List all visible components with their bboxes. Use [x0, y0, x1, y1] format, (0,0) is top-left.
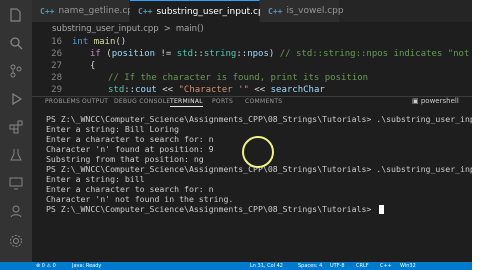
terminal-line: Character 'n' found at position: 9 — [46, 144, 214, 154]
tab-label: substring_user_input.cpp — [156, 6, 270, 17]
terminal-line: PS Z:\_WNCC\Computer_Science\Assignments… — [46, 114, 480, 124]
code-line[interactable]: 27 { — [32, 60, 480, 72]
line-number: 28 — [51, 73, 62, 83]
code-editor[interactable]: 16 int main()26 if (position != std::strin… — [32, 36, 480, 96]
shell-name: powershell — [420, 97, 459, 105]
terminal-line: Enter a character to search for: n — [46, 134, 214, 144]
breadcrumb: substring_user_input.cpp > main() — [32, 22, 480, 36]
breadcrumb-file[interactable]: substring_user_input.cpp — [52, 24, 159, 34]
cursor-highlight-ring — [242, 136, 274, 168]
panel-tab-problems[interactable]: PROBLEMS — [45, 98, 80, 105]
breadcrumb-symbol[interactable]: main() — [176, 24, 204, 34]
right-border — [472, 0, 480, 270]
terminal-cursor — [379, 205, 385, 214]
code-text: { — [90, 61, 96, 71]
panel-tab-debug-console[interactable]: DEBUG CONSOLE — [114, 98, 170, 105]
status-platform[interactable]: Win32 — [400, 262, 416, 270]
tab-label: is_vowel.cpp — [286, 6, 344, 16]
terminal-line: Substring from that position: ng — [46, 154, 204, 164]
panel-tab-comments[interactable]: COMMENTS — [245, 98, 282, 105]
tab-name-getline[interactable]: C++ name_getline.cpp — [32, 0, 139, 22]
testing-icon[interactable] — [7, 146, 25, 164]
terminal-line: Enter a string: Bill Loring — [46, 124, 180, 134]
breadcrumb-separator: > — [163, 24, 171, 34]
status-problems[interactable]: ⊗ 0 ⚠ 0 — [36, 262, 56, 270]
code-text: int main() — [72, 37, 127, 47]
cpp-file-icon: C++ — [268, 6, 283, 16]
vscode-window: C++ name_getline.cpp C++ substring_user_… — [0, 0, 480, 270]
terminal-line: Enter a character to search for: n — [46, 184, 214, 194]
editor-tab-bar: C++ name_getline.cpp C++ substring_user_… — [32, 0, 480, 23]
code-text: // If the character is found, print its … — [108, 73, 369, 83]
cpp-file-icon: C++ — [138, 7, 153, 16]
status-indentation[interactable]: Spaces: 4 — [298, 262, 322, 270]
code-text: if (position != std::string::npos) // st… — [90, 49, 480, 59]
line-number: 26 — [51, 49, 62, 59]
tab-substring-user-input[interactable]: C++ substring_user_input.cpp × — [130, 0, 285, 22]
panel-tab-terminal[interactable]: TERMINAL — [170, 98, 203, 107]
status-language[interactable]: C++ — [380, 262, 392, 270]
line-number: 16 — [51, 37, 62, 47]
cpp-file-icon: C++ — [40, 6, 55, 16]
line-number: 27 — [51, 61, 62, 71]
explorer-icon[interactable] — [7, 6, 25, 24]
panel-tab-output[interactable]: OUTPUT — [82, 98, 108, 105]
line-number: 29 — [51, 85, 62, 95]
extensions-icon[interactable] — [7, 118, 25, 136]
run-debug-icon[interactable] — [7, 90, 25, 108]
panel-tab-bar: PROBLEMS OUTPUT DEBUG CONSOLE TERMINAL P… — [32, 96, 480, 109]
activity-bar — [0, 0, 32, 262]
status-encoding[interactable]: UTF-8 — [330, 262, 345, 270]
source-control-icon[interactable] — [7, 62, 25, 80]
terminal-line: PS Z:\_WNCC\Computer_Science\Assignments… — [46, 204, 385, 214]
code-line[interactable]: 26 if (position != std::string::npos) // … — [32, 48, 480, 60]
settings-gear-icon[interactable] — [7, 232, 25, 250]
search-icon[interactable] — [7, 34, 25, 52]
code-line[interactable]: 28 // If the character is found, print it… — [32, 72, 480, 84]
remote-explorer-icon[interactable] — [7, 174, 25, 192]
tab-label: name_getline.cpp — [58, 6, 139, 16]
panel-tab-ports[interactable]: PORTS — [212, 98, 233, 105]
status-mode[interactable]: Java: Ready — [72, 262, 101, 270]
status-eol[interactable]: CRLF — [356, 262, 369, 270]
terminal-line: Enter a string: bill — [46, 174, 145, 184]
status-bar: ⊗ 0 ⚠ 0 Java: Ready Ln 31, Col 42 Spaces… — [0, 262, 480, 270]
terminal-shell-selector[interactable]: ▣ powershell — [412, 97, 459, 105]
code-text: std::cout << "Character '" << searchChar — [108, 85, 325, 95]
terminal-line: Character 'n' not found in the string. — [46, 194, 234, 204]
terminal-icon: ▣ — [412, 97, 421, 105]
status-cursor-position[interactable]: Ln 31, Col 42 — [250, 262, 283, 270]
tab-is-vowel[interactable]: C++ is_vowel.cpp — [260, 0, 344, 22]
code-line[interactable]: 16 int main() — [32, 36, 480, 48]
account-icon[interactable] — [7, 202, 25, 220]
code-line[interactable]: 29 std::cout << "Character '" << searchCh… — [32, 84, 480, 96]
